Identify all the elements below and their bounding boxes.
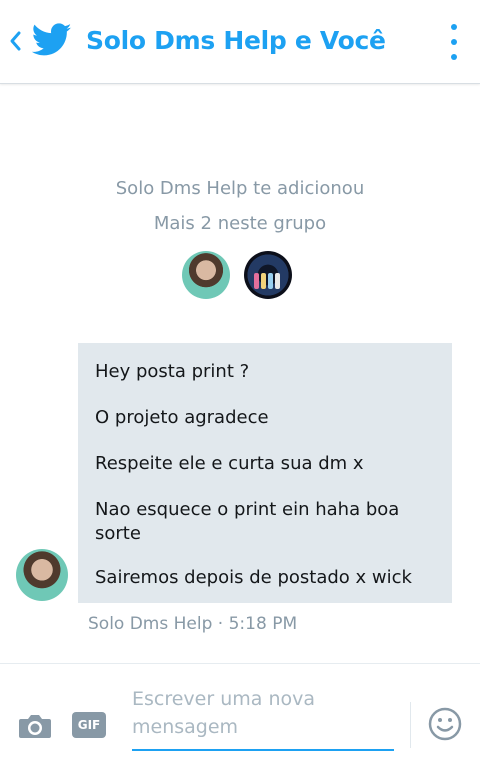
sender-avatar[interactable] xyxy=(16,549,68,601)
message-line: Sairemos depois de postado x wick xyxy=(95,567,412,588)
gif-button[interactable]: GIF xyxy=(72,712,106,738)
more-vertical-icon[interactable] xyxy=(444,22,464,62)
message-line: Nao esquece o print ein haha boa sorte xyxy=(95,499,400,544)
app-bar: Solo Dms Help e Você xyxy=(0,0,480,84)
conversation-title: Solo Dms Help e Você xyxy=(86,26,386,55)
group-added-notice: Solo Dms Help te adicionou xyxy=(115,178,365,199)
message-time: 5:18 PM xyxy=(228,614,298,634)
sender-name: Solo Dms Help xyxy=(88,614,213,634)
member-avatar[interactable] xyxy=(244,251,292,299)
group-more-members-notice[interactable]: Mais 2 neste grupo xyxy=(0,213,480,234)
twitter-bird-icon xyxy=(31,22,72,58)
meta-separator: · xyxy=(217,614,224,634)
message-line: O projeto agradece xyxy=(95,407,269,428)
composer-divider xyxy=(410,702,411,748)
message-input[interactable]: Escrever uma nova mensagem xyxy=(132,685,394,751)
emoji-icon[interactable] xyxy=(428,707,462,741)
message-meta: Solo Dms Help · 5:18 PM xyxy=(88,614,297,634)
message-line: Respeite ele e curta sua dm x xyxy=(95,453,364,474)
camera-icon[interactable] xyxy=(18,712,52,740)
chevron-left-icon[interactable] xyxy=(6,26,24,56)
member-avatar[interactable] xyxy=(182,251,230,299)
message-line: Hey posta print ? xyxy=(95,361,250,382)
